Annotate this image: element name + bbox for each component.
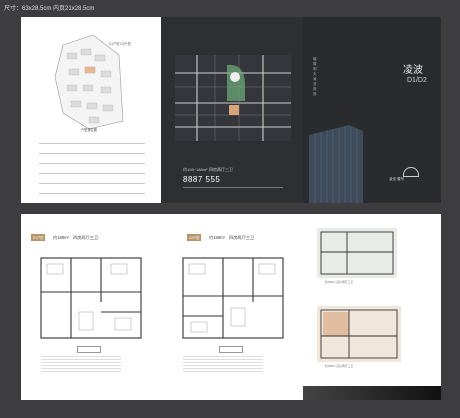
- page1-tag: D1户型: [31, 234, 46, 241]
- page3-caption-top: 约188m² 四房两厅三卫: [325, 280, 354, 284]
- building-illustration: [309, 125, 363, 203]
- location-map: [175, 55, 291, 141]
- map-text-area: 约108~188m²: [183, 167, 208, 172]
- floor-plan-3-top: [317, 228, 397, 278]
- inner-page-2: D2户型 约188m² 四房两厅三卫: [161, 214, 303, 400]
- page3-caption-bottom: 约188m² 四房两厅三卫: [325, 364, 354, 368]
- dark-footer-band: [303, 386, 441, 400]
- front-cover-page: 璀璨明天 凌波府邸 凌波 D1/D2 凌波·壹号: [303, 17, 441, 203]
- inner-page-3: 约188m² 四房两厅三卫 约188m² 四房两厅三卫: [303, 214, 441, 400]
- brand-logo-icon: [403, 167, 419, 177]
- phone-number: 8887 555: [183, 175, 221, 184]
- page1-area: 约188m²: [53, 235, 70, 240]
- floor-plan-3-bottom: [317, 306, 401, 362]
- page2-tag: D2户型: [187, 234, 202, 241]
- floor-plan-1: [40, 257, 142, 339]
- brand-logo-text: 凌波·壹号: [389, 177, 405, 181]
- page2-layout: 四房两厅三卫: [229, 235, 255, 240]
- cover-vertical-text: 璀璨明天 凌波府邸: [313, 57, 317, 96]
- front-middle-page: 约108~188m² 四房两厅三卫 8887 555: [161, 17, 303, 203]
- size-text: 尺寸：63x28.5cm 内页21x28.5cm: [4, 6, 95, 12]
- floor-plan-2: [182, 257, 284, 339]
- plot-title: 户型落位图: [81, 128, 97, 132]
- inner-page-1: D1户型 约188m² 四房两厅三卫: [21, 214, 161, 400]
- cover-title: 凌波: [403, 65, 423, 76]
- cover-subtitle: D1/D2: [407, 77, 427, 84]
- front-left-page: D1户型 D2户型 户型落位图: [21, 17, 161, 203]
- page1-layout: 四房两厅三卫: [73, 235, 99, 240]
- map-text-layout: 四房两厅三卫: [209, 167, 233, 172]
- plot-tag: D1户型 D2户型: [109, 42, 131, 46]
- page2-area: 约188m²: [209, 235, 226, 240]
